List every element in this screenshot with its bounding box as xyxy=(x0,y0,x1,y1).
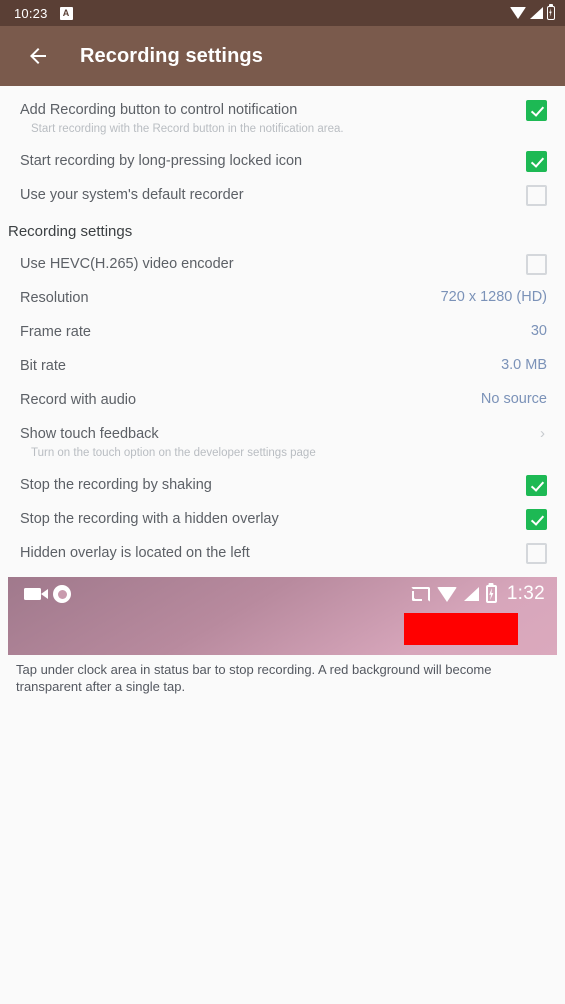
value-resolution: 720 x 1280 (HD) xyxy=(440,289,547,305)
camcorder-icon xyxy=(24,588,48,600)
wifi-icon xyxy=(436,586,457,602)
setting-label: Record with audio xyxy=(20,392,137,408)
red-tap-area-highlight xyxy=(404,613,518,645)
row-text-block: Use your system's default recorder xyxy=(20,177,526,210)
illustration-status-bar: 1:32 xyxy=(8,577,557,611)
setting-row-long-press-locked-icon[interactable]: Start recording by long-pressing locked … xyxy=(0,143,565,177)
checkbox-stop-hidden-overlay[interactable] xyxy=(526,509,547,530)
setting-row-stop-by-shaking[interactable]: Stop the recording by shaking xyxy=(0,467,565,501)
setting-description: Turn on the touch option on the develope… xyxy=(31,447,316,459)
back-button[interactable] xyxy=(18,36,58,76)
checkbox-long-press-locked-icon[interactable] xyxy=(526,151,547,172)
setting-label: Resolution xyxy=(20,290,89,306)
setting-row-record-with-audio[interactable]: Record with audio No source xyxy=(0,382,565,416)
checkbox-hevc-encoder[interactable] xyxy=(526,254,547,275)
status-bar-clock: 10:23 xyxy=(14,5,48,21)
signal-icon xyxy=(463,587,479,601)
checkbox-hidden-overlay-left[interactable] xyxy=(526,543,547,564)
row-text-block: Stop the recording by shaking xyxy=(20,467,526,500)
setting-row-hevc-encoder[interactable]: Use HEVC(H.265) video encoder xyxy=(0,246,565,280)
setting-label: Show touch feedback xyxy=(20,426,159,442)
setting-label: Hidden overlay is located on the left xyxy=(20,545,250,561)
setting-description: Start recording with the Record button i… xyxy=(31,123,344,135)
illustration-left-icons xyxy=(24,585,71,603)
battery-icon xyxy=(547,6,555,20)
value-frame-rate: 30 xyxy=(530,323,547,339)
value-bit-rate: 3.0 MB xyxy=(501,357,547,373)
setting-row-bit-rate[interactable]: Bit rate 3.0 MB xyxy=(0,348,565,382)
setting-label: Stop the recording with a hidden overlay xyxy=(20,511,279,527)
setting-label: Bit rate xyxy=(20,358,66,374)
setting-label: Stop the recording by shaking xyxy=(20,477,212,493)
setting-label: Use your system's default recorder xyxy=(20,187,244,203)
setting-label: Add Recording button to control notifica… xyxy=(20,102,298,118)
illustration-caption: Tap under clock area in status bar to st… xyxy=(16,662,492,694)
row-text-block: Resolution xyxy=(20,280,441,313)
checkbox-stop-by-shaking[interactable] xyxy=(526,475,547,496)
chevron-right-icon[interactable]: › xyxy=(540,416,547,442)
alarm-a-icon: A xyxy=(59,6,73,20)
illustration-wrapper: 1:32 Tap under clock area in status bar … xyxy=(0,569,565,695)
setting-row-show-touch-feedback[interactable]: Show touch feedback Turn on the touch op… xyxy=(0,416,565,467)
setting-label: Use HEVC(H.265) video encoder xyxy=(20,256,234,272)
row-text-block: Add Recording button to control notifica… xyxy=(20,92,526,143)
setting-row-frame-rate[interactable]: Frame rate 30 xyxy=(0,314,565,348)
illustration-clock: 1:32 xyxy=(506,583,545,604)
checkbox-default-recorder[interactable] xyxy=(526,185,547,206)
setting-label: Frame rate xyxy=(20,324,91,340)
settings-content: Add Recording button to control notifica… xyxy=(0,86,565,695)
system-status-bar: 10:23 A xyxy=(0,0,565,26)
illustration-right-icons: 1:32 xyxy=(410,583,545,605)
battery-charging-icon xyxy=(485,585,497,603)
setting-label: Start recording by long-pressing locked … xyxy=(20,153,303,169)
signal-icon xyxy=(530,7,543,19)
setting-row-resolution[interactable]: Resolution 720 x 1280 (HD) xyxy=(0,280,565,314)
setting-row-hidden-overlay-left[interactable]: Hidden overlay is located on the left xyxy=(0,535,565,569)
row-text-block: Frame rate xyxy=(20,314,531,347)
section-header-recording-settings: Recording settings xyxy=(8,223,133,240)
app-bar: Recording settings xyxy=(0,26,565,86)
status-bar-icon-group xyxy=(510,6,555,20)
wifi-icon xyxy=(510,7,526,19)
arrow-left-icon xyxy=(30,48,46,64)
row-text-block: Start recording by long-pressing locked … xyxy=(20,143,526,176)
row-text-block: Record with audio xyxy=(20,382,481,415)
row-text-block: Show touch feedback Turn on the touch op… xyxy=(20,416,540,467)
checkbox-add-recording-button[interactable] xyxy=(526,100,547,121)
setting-row-add-recording-button[interactable]: Add Recording button to control notifica… xyxy=(0,92,565,143)
row-text-block: Use HEVC(H.265) video encoder xyxy=(20,246,526,279)
page-title: Recording settings xyxy=(80,44,263,67)
value-record-with-audio: No source xyxy=(480,391,547,407)
setting-row-default-recorder[interactable]: Use your system's default recorder xyxy=(0,177,565,211)
row-text-block: Stop the recording with a hidden overlay xyxy=(20,501,526,534)
cast-icon xyxy=(410,586,430,602)
status-bar-illustration: 1:32 xyxy=(8,577,557,655)
row-text-block: Hidden overlay is located on the left xyxy=(20,535,526,568)
record-circle-icon xyxy=(53,585,71,603)
setting-row-stop-hidden-overlay[interactable]: Stop the recording with a hidden overlay xyxy=(0,501,565,535)
row-text-block: Bit rate xyxy=(20,348,501,381)
